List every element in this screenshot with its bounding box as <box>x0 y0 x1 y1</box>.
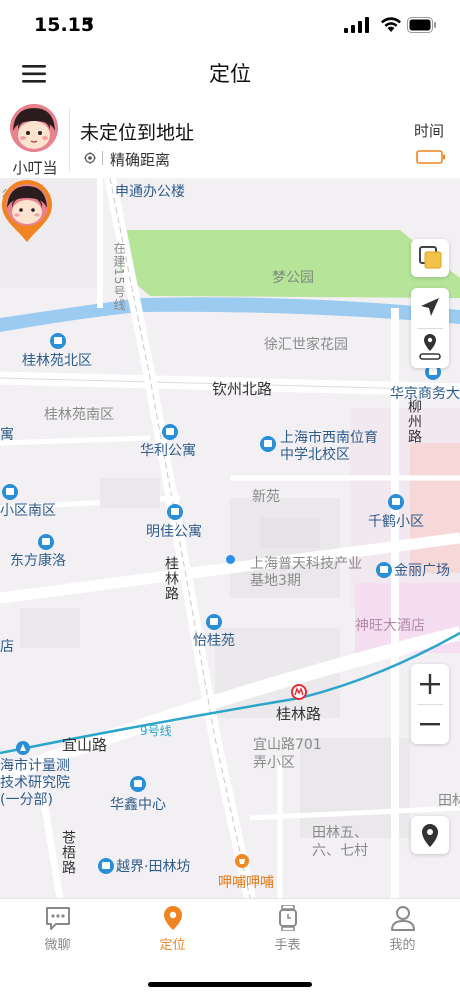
wifi-icon <box>381 17 401 32</box>
tab-watch[interactable]: 手表 <box>230 905 345 957</box>
map-label-shenwang: 神旺大酒店 <box>355 618 425 634</box>
map-label-hubu: 呷哺呷哺 <box>218 875 274 891</box>
map-label-dongfang: 东方康洛 <box>10 553 66 569</box>
page-title: 定位 <box>209 62 251 86</box>
poi-icon <box>206 614 222 630</box>
poi-icon <box>388 494 404 510</box>
user-icon <box>390 906 415 931</box>
status-bar: 15.15 <box>0 0 460 50</box>
tab-label: 我的 <box>389 938 416 953</box>
accuracy-icon <box>84 152 96 164</box>
map-label-tianlin: 田林五、六、七村 <box>312 825 368 859</box>
poi-icon <box>376 562 392 578</box>
map-label-guilinlu-metro: 桂林路 <box>276 705 322 723</box>
location-services-icon <box>83 18 93 30</box>
location-pin-icon <box>163 906 182 930</box>
school-icon <box>260 436 276 452</box>
home-indicator <box>148 982 312 987</box>
time-label: 时间 <box>414 122 445 140</box>
accuracy-label: 精确距离 <box>110 151 171 169</box>
map-label-xuhui-garden: 徐汇世家花园 <box>264 337 348 353</box>
map-label-huajing: 华京商务大 <box>390 386 460 402</box>
zoom-in-button[interactable] <box>411 664 449 704</box>
poi-icon <box>50 333 66 349</box>
watch-icon <box>278 905 297 931</box>
map-label-cangwu: 苍梧路 <box>60 830 76 875</box>
current-location-dot <box>226 555 235 564</box>
chat-icon <box>45 907 70 930</box>
map-label-line9: 9号线 <box>140 724 172 738</box>
minus-icon <box>420 723 440 726</box>
device-marker-icon[interactable] <box>0 178 54 244</box>
poi-icon <box>2 484 18 500</box>
cellular-signal-icon <box>344 17 369 33</box>
map-label-dian: 店 <box>0 639 14 655</box>
layers-button[interactable] <box>411 239 449 277</box>
map-label-qianhe: 千鹤小区 <box>368 514 424 530</box>
map-label-putian: 上海普天科技产业基地3期 <box>250 556 362 589</box>
map-label-huali: 华利公寓 <box>140 443 196 459</box>
map-label-school: 上海市西南位育中学北校区 <box>280 430 378 463</box>
nav-bar: 定位 <box>0 50 460 98</box>
zoom-out-button[interactable] <box>411 704 449 744</box>
poi-icon <box>38 534 54 550</box>
location-screen: 15.15 定位 小叮当 未定位到地址 精确距离 时间 申通办公楼 在建15号线… <box>0 0 460 996</box>
map-label-liuzhou: 柳州路 <box>406 399 422 444</box>
map-tools-group <box>411 288 449 368</box>
accuracy-separator <box>102 151 103 165</box>
device-location-button[interactable] <box>411 816 449 854</box>
map-label-guilin-south: 桂林苑南区 <box>44 407 114 423</box>
tab-profile[interactable]: 我的 <box>345 905 460 957</box>
map-label-yuejie: 越界·田林坊 <box>116 859 191 875</box>
map-label-qinzhou-north: 钦州北路 <box>212 380 273 398</box>
tab-label: 微聊 <box>44 938 71 953</box>
avatar-image <box>10 104 58 152</box>
map-label-shentong: 申通办公楼 <box>115 184 185 200</box>
device-header: 小叮当 未定位到地址 精确距离 时间 <box>0 100 460 178</box>
map-view[interactable]: 德苑 申通办公楼 在建15号线 梦公园 徐汇世家花园 桂林苑北区 钦州北路 华京… <box>0 178 460 898</box>
restaurant-icon <box>235 854 249 868</box>
metro-icon <box>16 741 30 755</box>
tab-label: 定位 <box>159 938 186 953</box>
poi-icon <box>98 858 114 874</box>
device-name: 小叮当 <box>12 159 58 177</box>
poi-icon <box>167 504 183 520</box>
fence-pin-icon[interactable] <box>411 328 449 368</box>
device-battery-icon <box>416 150 445 164</box>
map-label-line15: 在建15号线 <box>112 242 126 312</box>
poi-icon <box>130 776 146 792</box>
metro-station-icon <box>291 684 307 700</box>
map-label-guilinlu-vertical: 桂林路 <box>163 556 179 601</box>
map-label-hong: 寓 <box>0 427 14 443</box>
device-address: 未定位到地址 <box>80 122 195 144</box>
zoom-control <box>411 664 449 744</box>
map-label-jiliang: 海市计量测技术研究院(一分部) <box>0 758 70 808</box>
map-label-jinli: 金丽广场 <box>394 563 450 579</box>
map-label-xiao-south: 小区南区 <box>0 503 56 519</box>
layers-icon <box>419 246 442 269</box>
map-label-huaxin: 华鑫中心 <box>110 797 166 813</box>
poi-icon <box>162 424 178 440</box>
plus-icon <box>420 674 440 694</box>
device-avatar[interactable] <box>10 104 58 152</box>
map-label-xinyuan: 新苑 <box>252 489 280 505</box>
map-label-mingjia: 明佳公寓 <box>146 524 202 540</box>
tab-chat[interactable]: 微聊 <box>0 905 115 957</box>
tab-label: 手表 <box>274 938 301 953</box>
map-label-guilin-north: 桂林苑北区 <box>22 353 92 369</box>
locate-arrow-icon[interactable] <box>411 288 449 328</box>
map-label-yiguiyuan: 怡桂苑 <box>193 633 235 649</box>
map-label-yishanlu: 宜山路 <box>62 736 108 754</box>
battery-icon <box>407 17 436 33</box>
map-label-mengpark: 梦公园 <box>272 270 314 286</box>
map-pin-icon <box>422 824 438 847</box>
header-divider <box>69 108 70 172</box>
map-label-tian: 田林 <box>438 793 460 809</box>
map-label-yishan701: 宜山路701弄小区 <box>253 737 322 771</box>
tab-location[interactable]: 定位 <box>115 905 230 957</box>
